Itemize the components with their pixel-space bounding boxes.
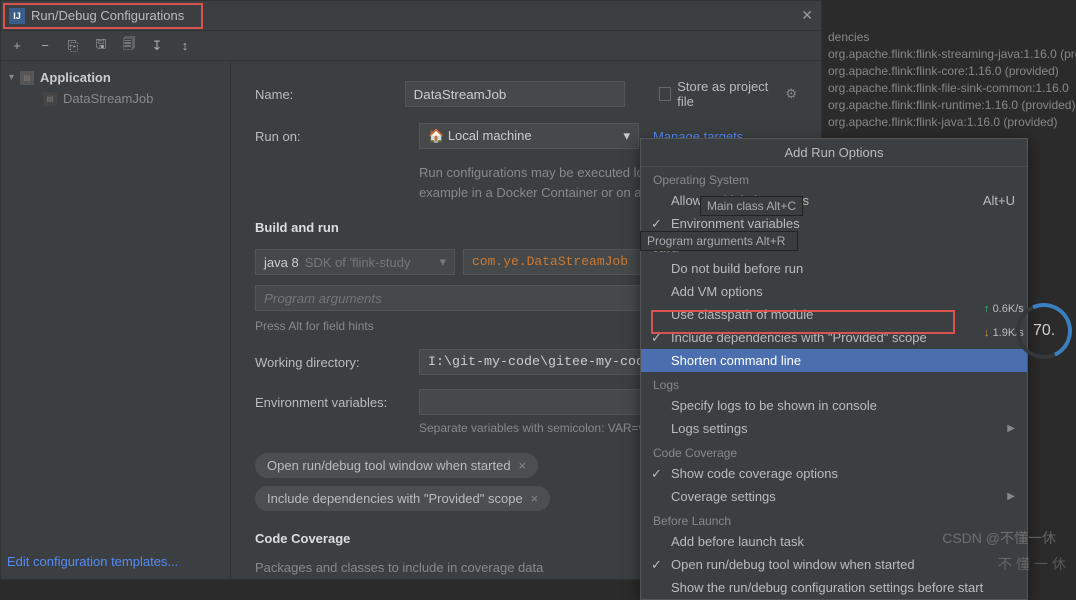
dep-line: org.apache.flink:flink-core:1.16.0 (prov… <box>828 64 1070 78</box>
application-icon: ▤ <box>43 92 57 106</box>
toolbar-btn-3[interactable]: 🖫 <box>93 38 109 54</box>
store-checkbox[interactable] <box>659 87 672 101</box>
popup-item[interactable]: ✓Show code coverage options <box>641 462 1027 485</box>
gear-icon[interactable]: ⚙ <box>785 86 797 102</box>
chevron-down-icon: ▾ <box>9 72 14 83</box>
popup-item[interactable]: Use classpath of module <box>641 303 1027 326</box>
dialog-title: Run/Debug Configurations <box>31 8 801 23</box>
dep-line: dencies <box>828 30 1070 44</box>
chevron-right-icon: ▶ <box>1007 491 1015 502</box>
dep-line: org.apache.flink:flink-java:1.16.0 (prov… <box>828 115 1070 129</box>
network-gauge: ↑ 0.6K/s ↓ 1.9K/s 70. <box>984 295 1072 367</box>
popup-item[interactable]: Logs settings▶ <box>641 417 1027 440</box>
dep-line: org.apache.flink:flink-file-sink-common:… <box>828 81 1070 95</box>
chip-open-tool-window[interactable]: Open run/debug tool window when started× <box>255 453 538 478</box>
tree-root-application[interactable]: ▾ ▤ Application <box>5 67 226 88</box>
popup-item[interactable]: Add VM options <box>641 280 1027 303</box>
toolbar: +−⎘ 🖫 🗐 ↧ ↕ <box>1 31 821 61</box>
toolbar-btn-6[interactable]: ↕ <box>177 38 193 54</box>
add-run-options-popup: Add Run Options Operating SystemAllow mu… <box>640 138 1028 600</box>
toolbar-btn-5[interactable]: ↧ <box>149 38 165 54</box>
popup-item[interactable]: Specify logs to be shown in console <box>641 394 1027 417</box>
main-class-hint: Main class Alt+C <box>700 196 803 216</box>
name-input[interactable] <box>405 81 625 107</box>
popup-group-header: Operating System <box>641 167 1027 189</box>
sidebar: ▾ ▤ Application ▤ DataStreamJob <box>1 61 231 579</box>
dep-line: org.apache.flink:flink-runtime:1.16.0 (p… <box>828 98 1070 112</box>
close-icon[interactable]: ✕ <box>801 7 813 24</box>
toolbar-btn-2[interactable]: ⎘ <box>65 38 81 54</box>
dep-line: org.apache.flink:flink-streaming-java:1.… <box>828 47 1070 61</box>
name-label: Name: <box>255 87 391 102</box>
toolbar-btn-4[interactable]: 🗐 <box>121 38 137 54</box>
chevron-right-icon: ▶ <box>1007 423 1015 434</box>
store-label: Store as project file <box>677 79 775 109</box>
popup-group-header: Logs <box>641 372 1027 394</box>
remove-icon: × <box>519 458 527 473</box>
chevron-down-icon: ▾ <box>623 128 630 144</box>
toolbar-btn-1[interactable]: − <box>37 38 53 54</box>
remove-icon: × <box>531 491 539 506</box>
popup-item[interactable]: Add before launch task <box>641 530 1027 553</box>
check-icon: ✓ <box>651 330 662 346</box>
runon-combo[interactable]: 🏠 Local machine ▾ <box>419 123 639 149</box>
check-icon: ✓ <box>651 557 662 573</box>
toolbar-btn-0[interactable]: + <box>9 38 25 54</box>
check-icon: ✓ <box>651 216 662 232</box>
titlebar[interactable]: IJ Run/Debug Configurations ✕ <box>1 1 821 31</box>
runon-label: Run on: <box>255 129 405 144</box>
program-args-hint: Program arguments Alt+R <box>640 231 798 251</box>
popup-item[interactable]: Allow multiple instancesAlt+U <box>641 189 1027 212</box>
popup-title: Add Run Options <box>641 139 1027 167</box>
chip-include-provided[interactable]: Include dependencies with "Provided" sco… <box>255 486 550 511</box>
popup-item[interactable]: ✓Open run/debug tool window when started <box>641 553 1027 576</box>
check-icon: ✓ <box>651 466 662 482</box>
popup-item[interactable]: Shorten command line <box>641 349 1027 372</box>
popup-item[interactable]: Do not build before run <box>641 257 1027 280</box>
popup-item[interactable]: ✓Include dependencies with "Provided" sc… <box>641 326 1027 349</box>
application-icon: ▤ <box>20 71 34 85</box>
wd-label: Working directory: <box>255 355 405 370</box>
popup-item[interactable]: Show the run/debug configuration setting… <box>641 576 1027 599</box>
home-icon: 🏠 <box>428 128 444 143</box>
edit-templates-link[interactable]: Edit configuration templates... <box>7 554 178 569</box>
env-label: Environment variables: <box>255 395 405 410</box>
popup-item[interactable]: Coverage settings▶ <box>641 485 1027 508</box>
tree-item-datastreamjob[interactable]: ▤ DataStreamJob <box>5 88 226 109</box>
jre-combo[interactable]: java 8SDK of 'flink-study▾ <box>255 249 455 275</box>
app-icon: IJ <box>9 8 25 24</box>
popup-group-header: Code Coverage <box>641 440 1027 462</box>
popup-group-header: Before Launch <box>641 508 1027 530</box>
